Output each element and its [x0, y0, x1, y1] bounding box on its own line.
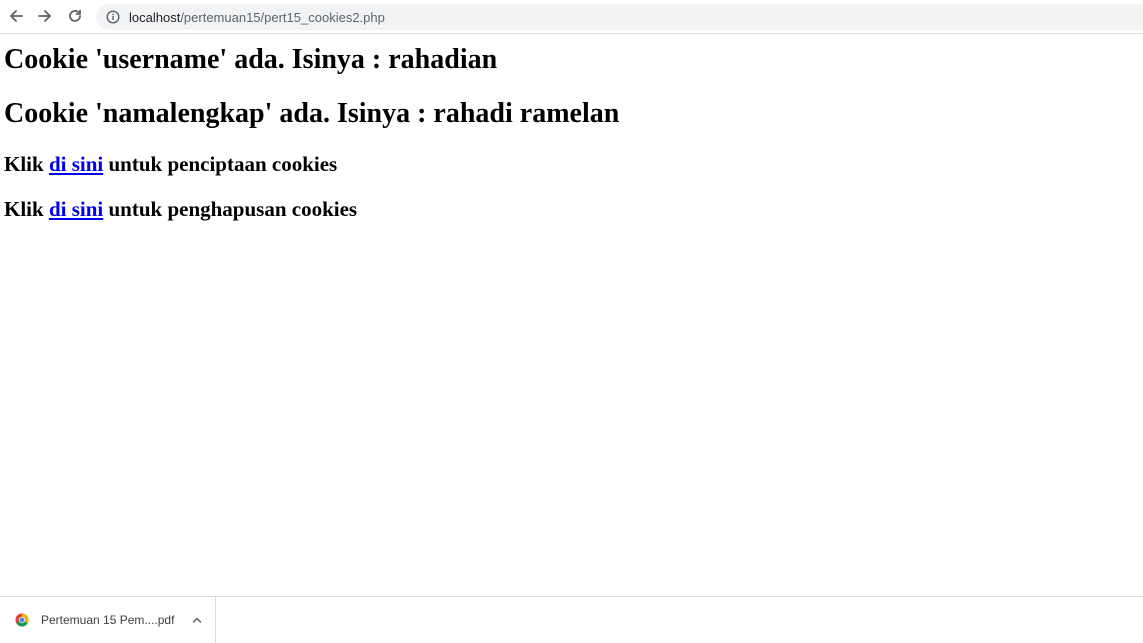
- username-cookie-heading: Cookie 'username' ada. Isinya : rahadian: [4, 44, 498, 75]
- delete-cookies-link[interactable]: di sini: [49, 197, 103, 221]
- create-cookies-link[interactable]: di sini: [49, 152, 103, 176]
- forward-button[interactable]: [33, 4, 57, 28]
- arrow-right-icon: [38, 10, 51, 22]
- download-file-name: Pertemuan 15 Pem....pdf: [41, 613, 175, 627]
- reload-icon: [69, 9, 81, 22]
- delete-suffix: untuk penghapusan cookies: [103, 197, 358, 221]
- chrome-icon: [15, 613, 29, 627]
- url-text[interactable]: localhost/pertemuan15/pert15_cookies2.ph…: [129, 10, 385, 25]
- address-bar[interactable]: localhost/pertemuan15/pert15_cookies2.ph…: [96, 4, 1143, 30]
- info-icon[interactable]: [106, 10, 120, 24]
- browser-toolbar: localhost/pertemuan15/pert15_cookies2.ph…: [0, 0, 1143, 34]
- url-path: /pertemuan15/pert15_cookies2.php: [180, 9, 385, 25]
- download-item[interactable]: Pertemuan 15 Pem....pdf: [0, 597, 216, 643]
- page-content: Cookie 'username' ada. Isinya : rahadian…: [0, 35, 1143, 595]
- create-cookies-line: Klik di sini untuk penciptaan cookies: [4, 154, 337, 175]
- chevron-up-icon[interactable]: [190, 613, 204, 627]
- create-prefix: Klik: [4, 152, 49, 176]
- namalengkap-cookie-heading: Cookie 'namalengkap' ada. Isinya : rahad…: [4, 98, 620, 129]
- download-bar: Pertemuan 15 Pem....pdf: [0, 596, 1143, 643]
- delete-prefix: Klik: [4, 197, 49, 221]
- delete-cookies-line: Klik di sini untuk penghapusan cookies: [4, 199, 357, 220]
- back-button[interactable]: [4, 4, 28, 28]
- url-host: localhost: [129, 9, 181, 25]
- create-suffix: untuk penciptaan cookies: [103, 152, 338, 176]
- reload-button[interactable]: [63, 4, 87, 28]
- arrow-left-icon: [10, 10, 23, 22]
